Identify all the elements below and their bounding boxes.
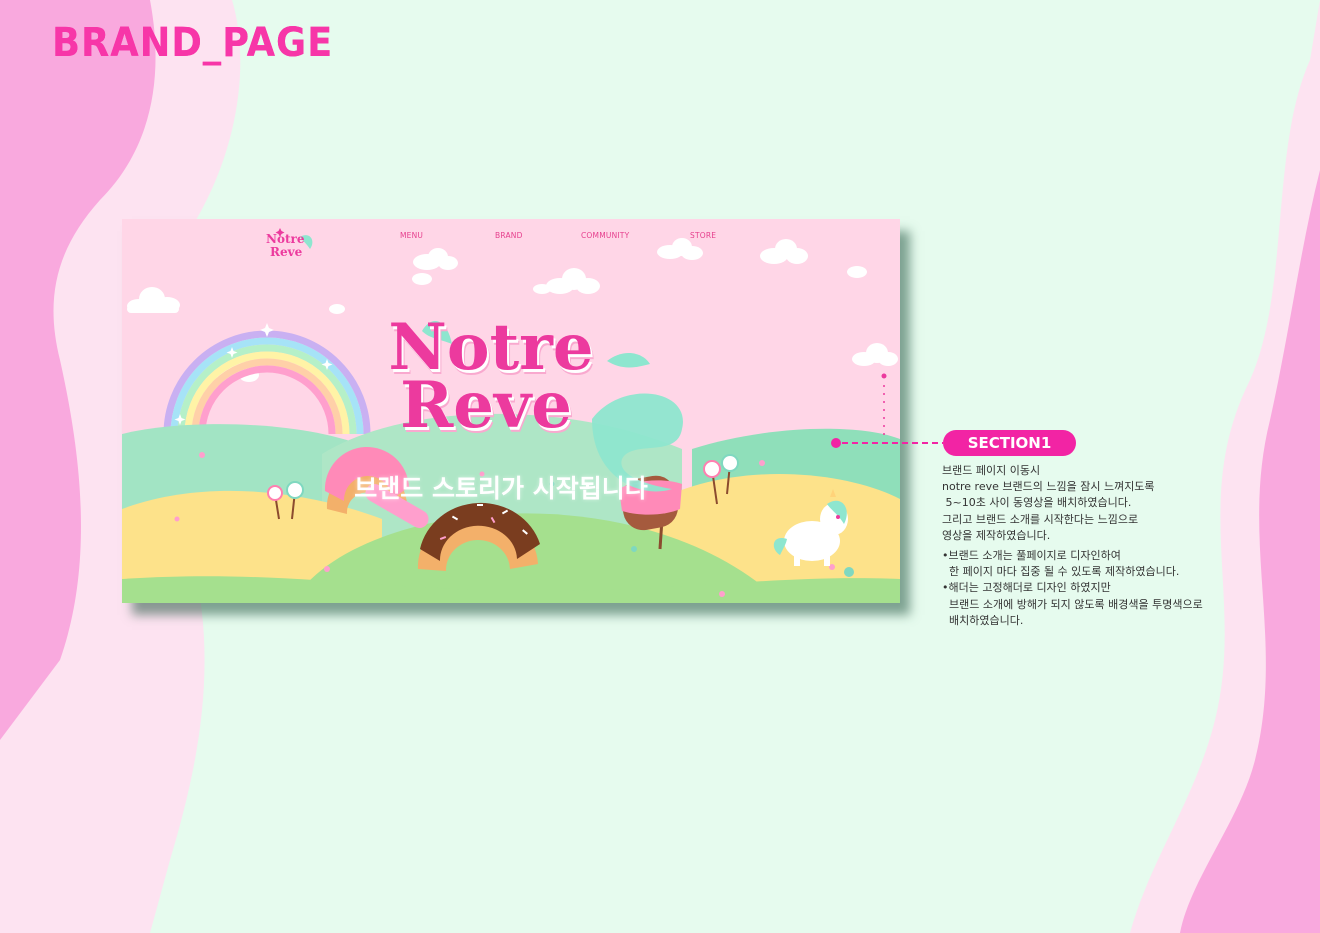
desc-bullet: 브랜드 소개에 방해가 되지 않도록 배경색을 투명색으로 <box>942 597 1203 611</box>
desc-line: 브랜드 페이지 이동시 <box>942 464 1041 477</box>
brand-logo[interactable]: Notre Reve <box>260 223 316 267</box>
nav-brand[interactable]: BRAND <box>495 231 523 240</box>
desc-bullet: 배치하였습니다. <box>942 613 1024 627</box>
website-mockup: Notre Reve MENU BRAND COMMUNITY STORE No… <box>122 219 900 603</box>
hero-title-line2: Reve <box>400 368 572 443</box>
desc-line: 영상을 제작하였습니다. <box>942 528 1051 542</box>
desc-line: notre reve 브랜드의 느낌을 잠시 느껴지도록 <box>942 480 1155 494</box>
nav-store[interactable]: STORE <box>690 231 716 240</box>
desc-line: 그리고 브랜드 소개를 시작한다는 느낌으로 <box>942 512 1139 526</box>
hero-subtitle: 브랜드 스토리가 시작됩니다 <box>354 474 648 503</box>
page-heading: BRAND_PAGE <box>52 20 334 66</box>
annotation-connector <box>831 438 943 448</box>
site-header: Notre Reve MENU BRAND COMMUNITY STORE <box>122 219 900 259</box>
desc-line: 5~10초 사이 동영상을 배치하였습니다. <box>942 496 1132 510</box>
svg-text:Reve: Reve <box>270 245 303 259</box>
hero-title: Notre Reve <box>122 316 900 443</box>
nav-menu[interactable]: MENU <box>400 231 423 240</box>
svg-text:Notre: Notre <box>266 232 305 246</box>
nav-community[interactable]: COMMUNITY <box>581 231 629 240</box>
desc-bullet: 한 페이지 마다 집중 될 수 있도록 제작하였습니다. <box>942 565 1180 579</box>
section-dots-indicator[interactable] <box>880 372 888 442</box>
desc-bullet: •브랜드 소개는 풀페이지로 디자인하여 <box>942 549 1121 563</box>
section-badge: SECTION1 <box>943 430 1076 456</box>
section-description: 브랜드 페이지 이동시 notre reve 브랜드의 느낌을 잠시 느껴지도록… <box>942 463 1242 629</box>
desc-bullet: •해더는 고정해더로 디자인 하였지만 <box>942 581 1111 595</box>
